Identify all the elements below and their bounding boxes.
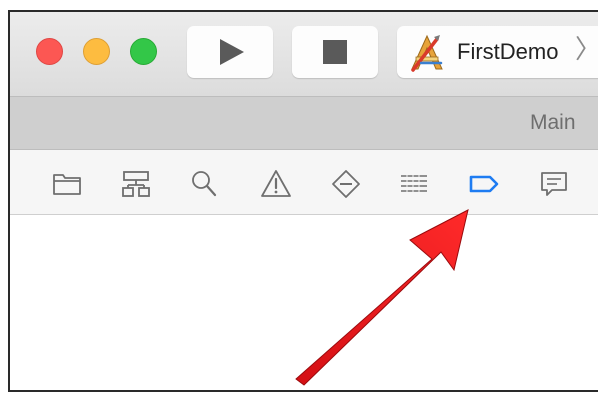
- folder-icon[interactable]: [50, 167, 84, 201]
- title-bar: FirstDemo 〉: [10, 12, 598, 96]
- speech-bubble-icon[interactable]: [537, 167, 571, 201]
- scheme-name: FirstDemo: [457, 39, 559, 64]
- editor-tab-bar: Main: [10, 96, 598, 150]
- navigator-selector-bar: [10, 150, 598, 215]
- hierarchy-icon[interactable]: [119, 167, 153, 201]
- zoom-window-button[interactable]: [130, 38, 157, 65]
- list-icon[interactable]: [397, 167, 431, 201]
- play-icon: [220, 39, 244, 65]
- chevron-right-icon: 〉: [575, 36, 598, 62]
- xcode-window: FirstDemo 〉 Main: [8, 10, 598, 392]
- stop-button[interactable]: [292, 26, 378, 78]
- magnifier-icon[interactable]: [187, 167, 221, 201]
- navigator-content-area: [10, 215, 598, 390]
- stop-icon: [323, 40, 347, 64]
- scheme-selector[interactable]: FirstDemo 〉: [397, 26, 598, 78]
- close-window-button[interactable]: [36, 38, 63, 65]
- run-button[interactable]: [187, 26, 273, 78]
- minimize-window-button[interactable]: [83, 38, 110, 65]
- breakpoint-icon[interactable]: [467, 167, 501, 201]
- tab-title[interactable]: Main: [530, 111, 576, 135]
- warning-icon[interactable]: [259, 167, 293, 201]
- diamond-minus-icon[interactable]: [329, 167, 363, 201]
- xcode-app-icon: [411, 34, 443, 72]
